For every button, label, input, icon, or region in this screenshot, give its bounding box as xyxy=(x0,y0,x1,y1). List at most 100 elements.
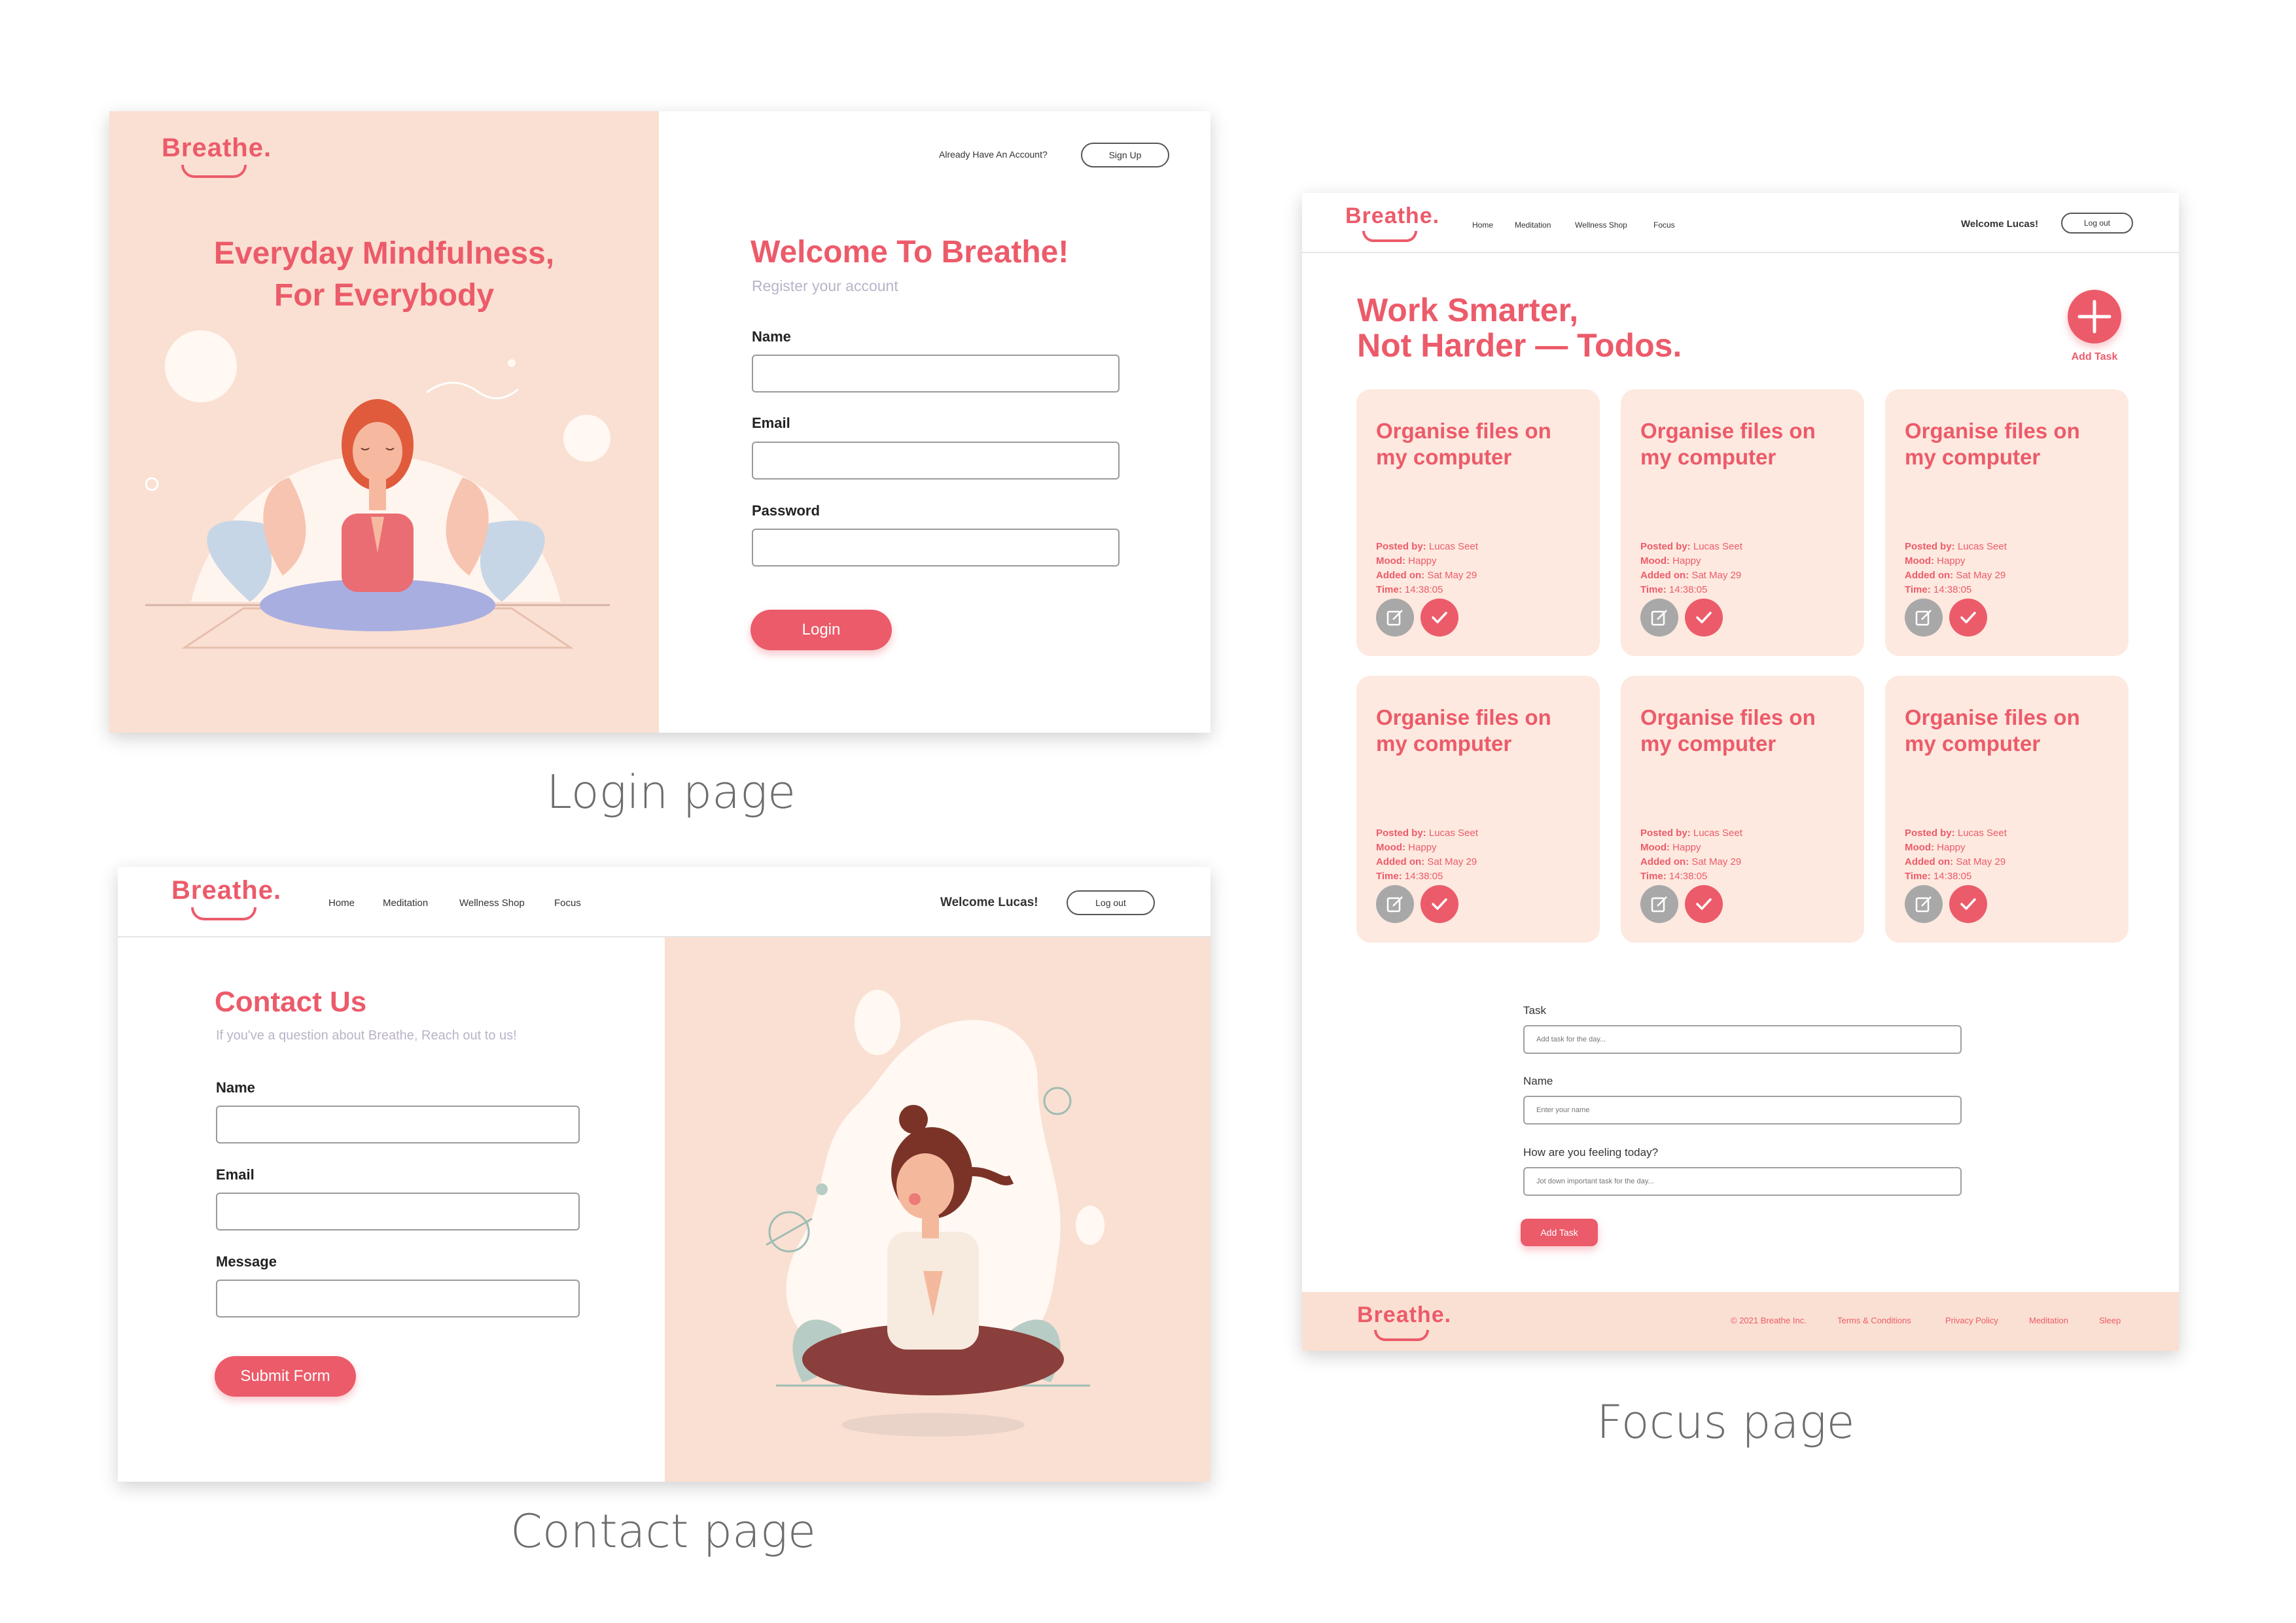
meta-time: 14:38:05 xyxy=(1404,871,1443,882)
edit-task-button[interactable] xyxy=(1640,885,1678,923)
meta-posted-by: Lucas Seet xyxy=(1428,541,1478,552)
check-icon xyxy=(1696,898,1712,910)
message-input[interactable] xyxy=(216,1280,580,1318)
meta-time: 14:38:05 xyxy=(1933,871,1972,882)
meta-time-label: Time: xyxy=(1905,871,1931,882)
nav-home[interactable]: Home xyxy=(1472,220,1493,230)
check-icon xyxy=(1432,612,1447,623)
meta-posted-label: Posted by: xyxy=(1640,828,1691,839)
signup-button[interactable]: Sign Up xyxy=(1081,143,1169,167)
edit-task-button[interactable] xyxy=(1376,599,1414,637)
feeling-label: How are you feeling today? xyxy=(1523,1146,1659,1159)
name-input[interactable] xyxy=(216,1106,580,1143)
hero-heading-line1: Everyday Mindfulness, xyxy=(213,236,555,271)
check-icon xyxy=(1960,612,1976,623)
name-input[interactable] xyxy=(1523,1096,1962,1125)
meta-added: Sat May 29 xyxy=(1691,570,1742,581)
name-label: Name xyxy=(216,1079,255,1096)
meta-added-label: Added on: xyxy=(1376,856,1425,867)
login-page-frame: Breathe. Everyday Mindfulness, For Every… xyxy=(109,111,1210,733)
footer-brand-logo[interactable]: Breathe. xyxy=(1357,1302,1451,1328)
nav-wellness-shop[interactable]: Wellness Shop xyxy=(1575,220,1627,230)
todo-card-meta: Posted by: Lucas Seet Mood: Happy Added … xyxy=(1640,540,1742,597)
meta-time: 14:38:05 xyxy=(1669,584,1708,595)
nav-meditation[interactable]: Meditation xyxy=(1515,220,1551,230)
todo-card: Organise files on my computer Posted by:… xyxy=(1356,389,1600,656)
complete-task-button[interactable] xyxy=(1685,885,1723,923)
email-input[interactable] xyxy=(752,442,1120,480)
email-input[interactable] xyxy=(216,1193,580,1230)
nav-home[interactable]: Home xyxy=(328,898,355,909)
name-input[interactable] xyxy=(752,355,1120,393)
register-subtitle: Register your account xyxy=(752,277,898,294)
add-task-submit-button[interactable]: Add Task xyxy=(1521,1219,1598,1246)
password-input[interactable] xyxy=(752,529,1120,567)
complete-task-button[interactable] xyxy=(1685,599,1723,637)
meta-time-label: Time: xyxy=(1905,584,1931,595)
nav-wellness-shop[interactable]: Wellness Shop xyxy=(459,898,525,909)
complete-task-button[interactable] xyxy=(1949,885,1987,923)
meta-posted-label: Posted by: xyxy=(1905,541,1955,552)
email-label: Email xyxy=(216,1166,255,1183)
focus-footer: Breathe. © 2021 Breathe Inc. Terms & Con… xyxy=(1302,1292,2179,1351)
edit-task-button[interactable] xyxy=(1905,599,1943,637)
footer-link-privacy[interactable]: Privacy Policy xyxy=(1945,1316,1998,1325)
logout-button[interactable]: Log out xyxy=(1067,890,1155,915)
brand-logo[interactable]: Breathe. xyxy=(162,133,272,163)
footer-brand-smile-icon xyxy=(1374,1330,1429,1341)
login-button[interactable]: Login xyxy=(751,610,892,650)
nav-meditation[interactable]: Meditation xyxy=(383,898,428,909)
meta-added-label: Added on: xyxy=(1905,856,1954,867)
footer-copyright: © 2021 Breathe Inc. xyxy=(1731,1316,1807,1325)
edit-task-button[interactable] xyxy=(1640,599,1678,637)
todo-card: Organise files on my computer Posted by:… xyxy=(1885,389,2128,656)
meta-mood: Happy xyxy=(1408,555,1437,567)
edit-task-button[interactable] xyxy=(1376,885,1414,923)
brand-smile-icon xyxy=(191,907,256,920)
brand-logo[interactable]: Breathe. xyxy=(1345,203,1439,229)
todo-card-meta: Posted by: Lucas Seet Mood: Happy Added … xyxy=(1376,540,1478,597)
meta-added-label: Added on: xyxy=(1640,856,1689,867)
name-label: Name xyxy=(752,328,791,345)
task-label: Task xyxy=(1523,1004,1546,1017)
nav-focus[interactable]: Focus xyxy=(1653,220,1675,230)
logout-button[interactable]: Log out xyxy=(2061,213,2133,234)
meta-mood: Happy xyxy=(1937,842,1966,853)
todo-card: Organise files on my computer Posted by:… xyxy=(1621,676,1864,943)
feeling-input[interactable] xyxy=(1523,1167,1962,1196)
contact-right-panel xyxy=(665,937,1210,1482)
edit-task-button[interactable] xyxy=(1905,885,1943,923)
meta-added: Sat May 29 xyxy=(1956,856,2006,867)
footer-link-meditation[interactable]: Meditation xyxy=(2029,1316,2068,1325)
check-icon xyxy=(1960,898,1976,910)
task-input[interactable] xyxy=(1523,1025,1962,1054)
brand-logo[interactable]: Breathe. xyxy=(171,876,281,905)
meta-time-label: Time: xyxy=(1376,871,1402,882)
edit-icon xyxy=(1915,896,1932,913)
add-task-fab[interactable] xyxy=(2068,290,2121,343)
meta-mood-label: Mood: xyxy=(1376,555,1405,567)
meta-posted-label: Posted by: xyxy=(1376,541,1426,552)
meta-added-label: Added on: xyxy=(1640,570,1689,581)
meta-added: Sat May 29 xyxy=(1427,856,1477,867)
welcome-heading: Welcome To Breathe! xyxy=(751,235,1069,270)
complete-task-button[interactable] xyxy=(1949,599,1987,637)
footer-link-terms[interactable]: Terms & Conditions xyxy=(1837,1316,1911,1325)
complete-task-button[interactable] xyxy=(1421,599,1458,637)
meta-posted-label: Posted by: xyxy=(1905,828,1955,839)
todo-card-title: Organise files on my computer xyxy=(1376,705,1551,756)
meta-posted-label: Posted by: xyxy=(1376,828,1426,839)
password-label: Password xyxy=(752,502,820,519)
meditation-illustration xyxy=(766,990,1104,1437)
todo-card-meta: Posted by: Lucas Seet Mood: Happy Added … xyxy=(1905,540,2007,597)
submit-form-button[interactable]: Submit Form xyxy=(215,1356,356,1397)
meta-posted-by: Lucas Seet xyxy=(1957,828,2007,839)
contact-subtitle: If you've a question about Breathe, Reac… xyxy=(216,1028,517,1043)
complete-task-button[interactable] xyxy=(1421,885,1458,923)
email-label: Email xyxy=(752,415,790,431)
edit-icon xyxy=(1386,610,1403,626)
footer-link-sleep[interactable]: Sleep xyxy=(2099,1316,2121,1325)
nav-focus[interactable]: Focus xyxy=(554,898,581,909)
meta-mood-label: Mood: xyxy=(1640,842,1670,853)
meta-mood-label: Mood: xyxy=(1905,555,1934,567)
